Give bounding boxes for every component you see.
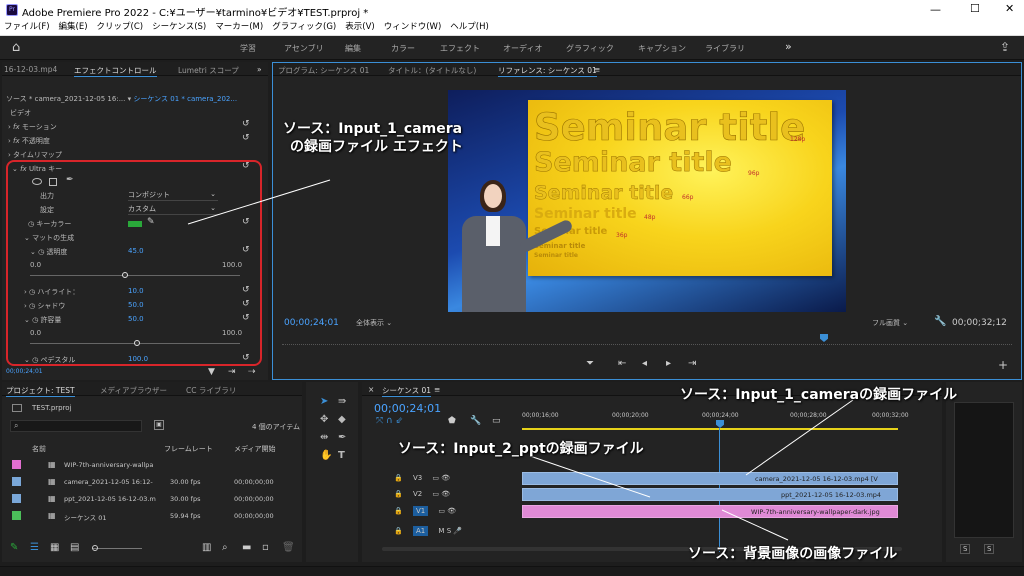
callout-camera-file: ソース：Input_1_cameraの録画ファイル bbox=[680, 387, 958, 403]
callout-pointer bbox=[529, 455, 651, 498]
callout-camera-effect-line2: の録画ファイル エフェクト bbox=[290, 139, 463, 155]
callout-pointer bbox=[745, 399, 854, 476]
callout-pointer bbox=[721, 509, 789, 541]
status-bar bbox=[0, 566, 1024, 576]
callout-background-file: ソース：背景画像の画像ファイル bbox=[688, 546, 898, 562]
callout-pointer bbox=[187, 179, 331, 225]
callout-camera-effect-line1: ソース：Input_1_camera bbox=[283, 121, 463, 137]
annotation-lines bbox=[187, 179, 854, 541]
callout-ppt-file: ソース：Input_2_pptの録画ファイル bbox=[398, 441, 644, 457]
